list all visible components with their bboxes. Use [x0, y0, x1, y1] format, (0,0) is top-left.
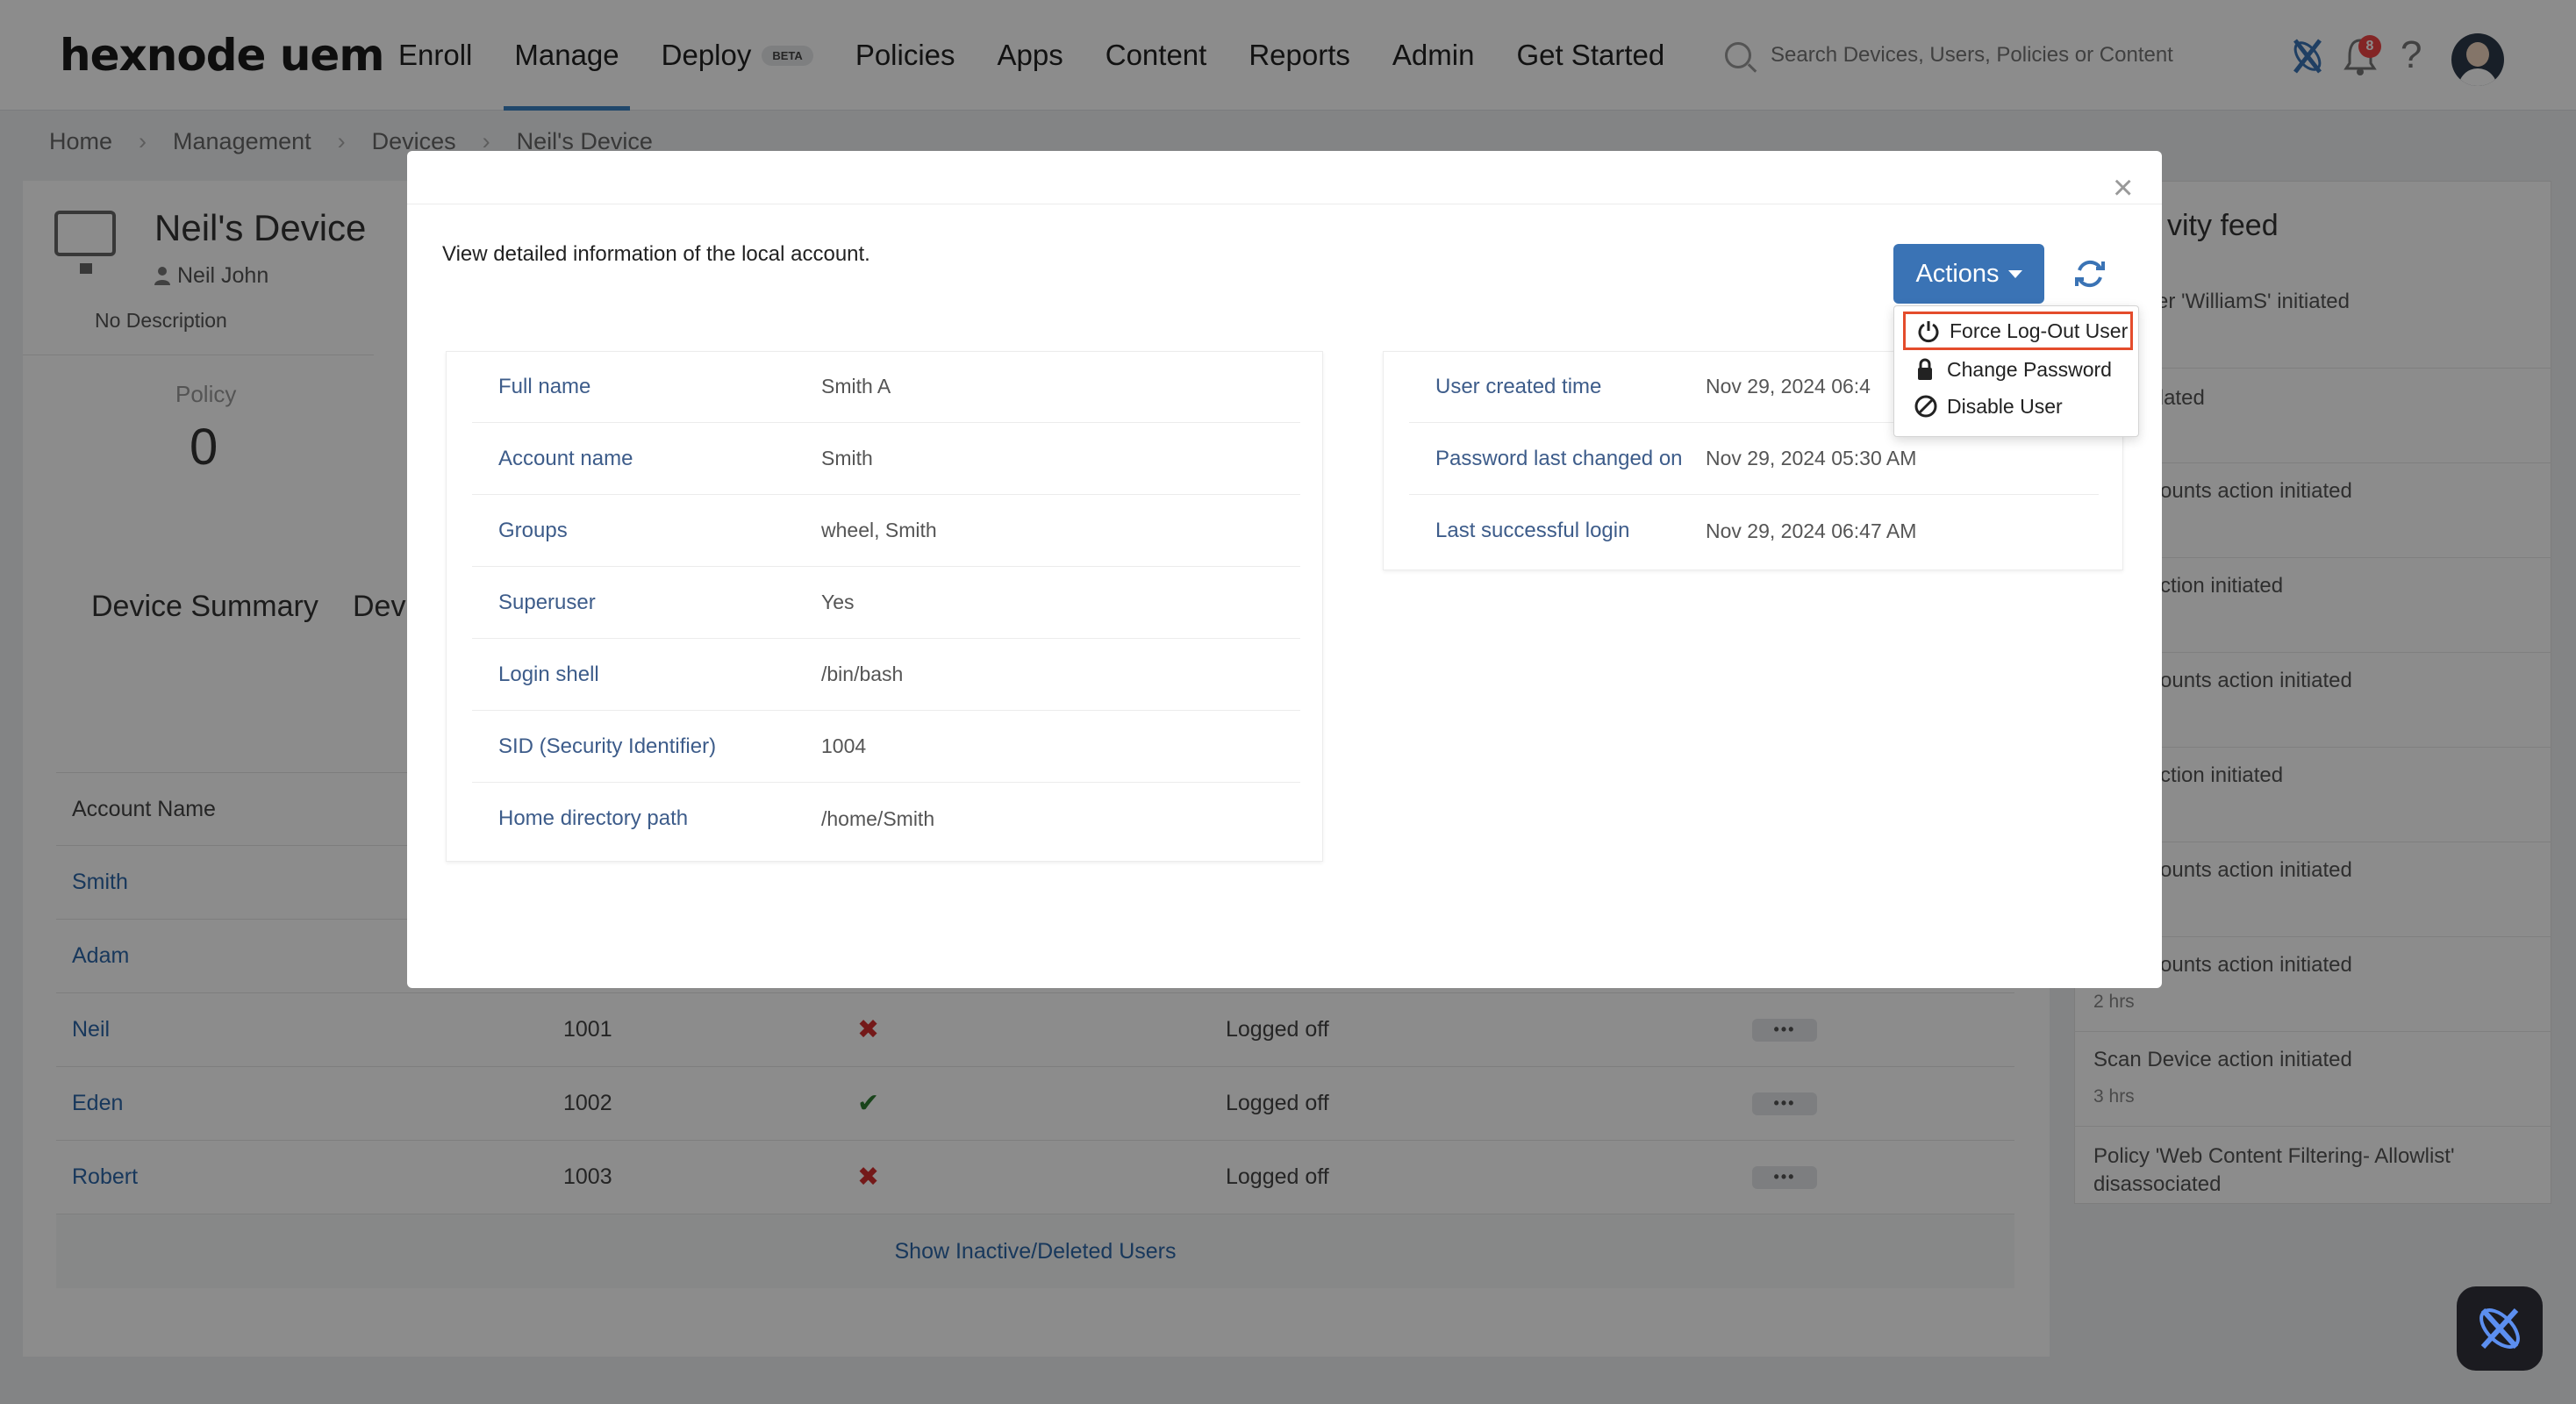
power-icon — [1918, 321, 1939, 343]
field-groups: Groups wheel, Smith — [472, 495, 1300, 567]
field-account-name: Account name Smith — [472, 423, 1300, 495]
menu-item-change-password[interactable]: Change Password — [1903, 350, 2133, 389]
field-full-name: Full name Smith A — [472, 351, 1300, 423]
field-login-shell: Login shell/bin/bash — [472, 639, 1300, 711]
field-sid: SID (Security Identifier) 1004 — [472, 711, 1300, 783]
caret-down-icon — [2007, 269, 2022, 278]
menu-item-disable-user[interactable]: Disable User — [1903, 387, 2133, 426]
actions-dropdown-menu: Force Log-Out User Change Password Disab… — [1893, 305, 2139, 437]
ban-icon — [1914, 395, 1937, 418]
menu-item-force-logout[interactable]: Force Log-Out User — [1903, 312, 2133, 350]
hexnode-chat-icon — [2479, 1307, 2520, 1350]
chat-support-button[interactable] — [2457, 1286, 2543, 1371]
field-home-directory: Home directory path/home/Smith — [498, 806, 935, 830]
close-icon[interactable]: × — [2113, 170, 2133, 205]
actions-button[interactable]: Actions — [1893, 244, 2044, 304]
modal-description: View detailed information of the local a… — [442, 242, 870, 266]
local-account-modal: × View detailed information of the local… — [407, 151, 2162, 988]
lock-icon — [1918, 358, 1932, 380]
refresh-icon[interactable] — [2071, 254, 2109, 293]
field-last-successful-login: Last successful login Nov 29, 2024 06:47 … — [1435, 519, 1917, 542]
field-superuser: Superuser Yes — [472, 567, 1300, 639]
